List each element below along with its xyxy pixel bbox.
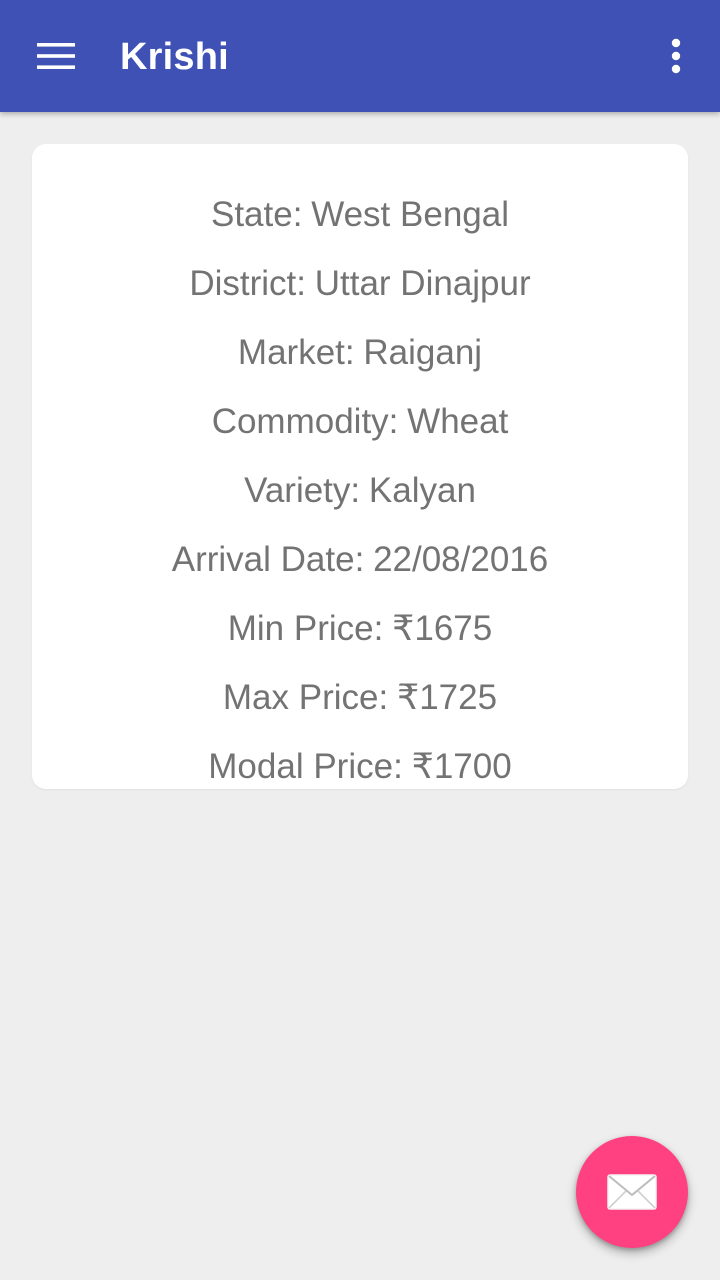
more-vertical-icon — [671, 38, 681, 74]
min-price-value: ₹1675 — [392, 609, 493, 648]
district-label: District: — [189, 264, 306, 303]
variety-row: Variety: Kalyan — [32, 456, 688, 525]
market-label: Market: — [237, 333, 355, 372]
district-value: Uttar Dinajpur — [314, 264, 531, 303]
state-label: State: — [210, 195, 303, 234]
arrival-date-row: Arrival Date: 22/08/2016 — [32, 525, 688, 594]
commodity-value: Wheat — [407, 402, 509, 441]
min-price-row: Min Price: ₹1675 — [32, 594, 688, 663]
commodity-label: Commodity: — [211, 402, 399, 441]
modal-price-row: Modal Price: ₹1700 — [32, 732, 688, 789]
arrival-date-label: Arrival Date: — [171, 540, 365, 579]
app-title: Krishi — [120, 36, 229, 78]
min-price-label: Min Price: — [227, 609, 384, 648]
arrival-date-value: 22/08/2016 — [373, 540, 549, 579]
email-fab-button[interactable] — [576, 1136, 688, 1248]
max-price-label: Max Price: — [222, 678, 389, 717]
modal-price-value: ₹1700 — [411, 747, 512, 786]
price-details-list: State: West Bengal District: Uttar Dinajpu… — [32, 180, 688, 789]
market-row: Market: Raiganj — [32, 318, 688, 387]
max-price-value: ₹1725 — [396, 678, 498, 717]
app-bar: Krishi — [0, 0, 720, 112]
overflow-menu-button[interactable] — [650, 24, 702, 88]
modal-price-label: Modal Price: — [208, 747, 403, 786]
state-value: West Bengal — [311, 195, 509, 234]
variety-label: Variety: — [244, 471, 361, 510]
hamburger-menu-icon — [37, 43, 75, 69]
menu-button[interactable] — [22, 24, 90, 88]
commodity-row: Commodity: Wheat — [32, 387, 688, 456]
variety-value: Kalyan — [368, 471, 476, 510]
market-price-card: State: West Bengal District: Uttar Dinajpu… — [32, 144, 688, 789]
market-value: Raiganj — [363, 333, 483, 372]
state-row: State: West Bengal — [32, 180, 688, 249]
max-price-row: Max Price: ₹1725 — [32, 663, 688, 732]
envelope-icon — [607, 1174, 657, 1210]
district-row: District: Uttar Dinajpur — [32, 249, 688, 318]
